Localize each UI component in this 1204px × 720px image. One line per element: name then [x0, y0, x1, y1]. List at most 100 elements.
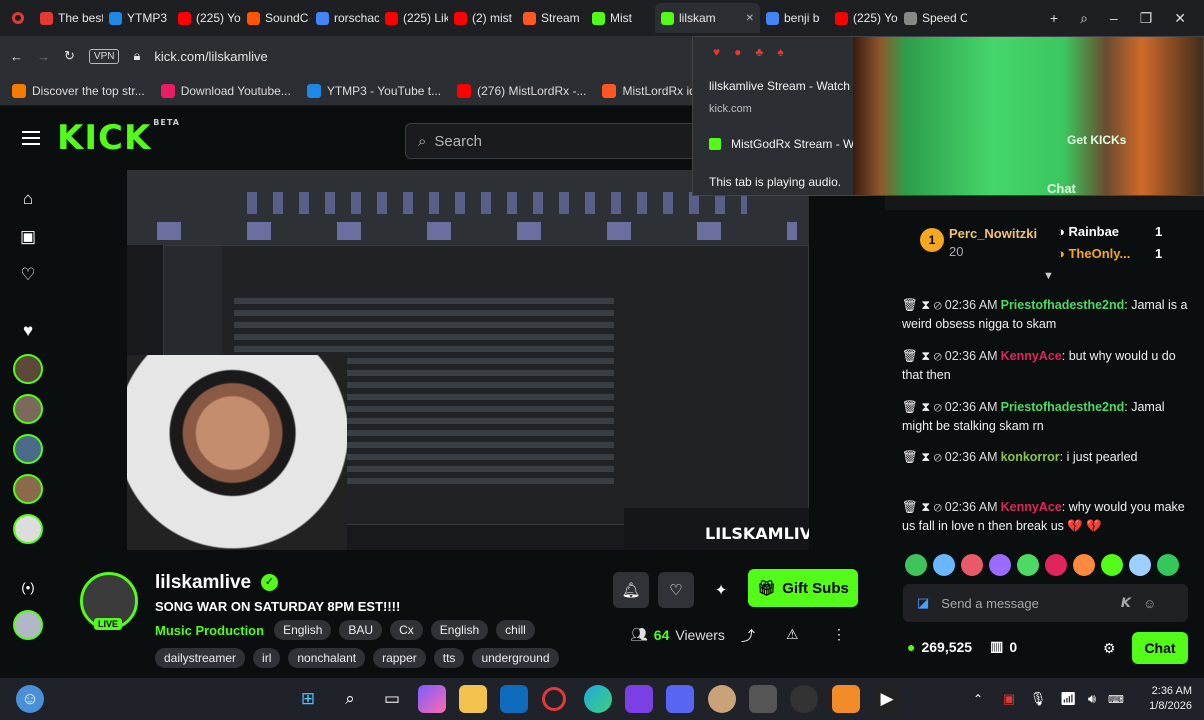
gifter-3[interactable]: ◑ TheOnly...: [1057, 246, 1130, 261]
browser-tab[interactable]: Speed C: [898, 3, 967, 33]
browser-tab[interactable]: SoundC: [241, 3, 310, 33]
emote-icon[interactable]: [1045, 554, 1067, 576]
browser-tab[interactable]: rorschac: [310, 3, 379, 33]
ban-icon[interactable]: ⊘: [934, 450, 942, 464]
tag-chip[interactable]: nonchalant: [288, 648, 366, 668]
emote-picker-icon[interactable]: ◪: [917, 595, 929, 611]
collapse-icon[interactable]: ▼: [1043, 270, 1054, 282]
gifter-2[interactable]: ◑ Rainbae: [1057, 224, 1119, 239]
gift-subs-button[interactable]: 🎁︎ Gift Subs: [748, 569, 858, 607]
chat-username[interactable]: KennyAce: [1001, 500, 1062, 514]
chat-settings-icon[interactable]: ⚙: [1103, 640, 1116, 657]
obs-icon[interactable]: [790, 685, 818, 713]
emote-icon[interactable]: [933, 554, 955, 576]
ban-icon[interactable]: ⊘: [934, 400, 942, 414]
send-chat-button[interactable]: Chat: [1132, 632, 1188, 664]
browser-tab[interactable]: benji b: [760, 3, 829, 33]
search-input[interactable]: ⌕ Search: [405, 123, 705, 159]
language-icon[interactable]: ⌨: [1102, 685, 1130, 713]
browse-icon[interactable]: ▣: [15, 224, 41, 250]
forward-icon[interactable]: →: [37, 49, 50, 64]
tag-chip[interactable]: English: [274, 620, 332, 640]
tag-chip[interactable]: irl: [253, 648, 281, 668]
timeout-icon[interactable]: ⧗: [921, 500, 930, 514]
bookmark-item[interactable]: Discover the top str...: [12, 83, 145, 98]
menu-icon[interactable]: [22, 131, 40, 145]
browser-tab[interactable]: YTMP3: [103, 3, 172, 33]
ban-icon[interactable]: ⊘: [934, 500, 942, 514]
delete-icon[interactable]: 🗑︎: [902, 298, 918, 312]
browser-tab[interactable]: (2) mist: [448, 3, 517, 33]
chat-username[interactable]: Priestofhadesthe2nd: [1001, 298, 1125, 312]
file-explorer-icon[interactable]: [459, 685, 487, 713]
task-view-icon[interactable]: ▭: [378, 685, 406, 713]
tag-chip[interactable]: tts: [433, 648, 465, 668]
start-icon[interactable]: ⊞: [294, 685, 322, 713]
new-tab-icon[interactable]: +: [1050, 10, 1058, 26]
bookmark-item[interactable]: Download Youtube...: [160, 83, 291, 98]
search-tabs-icon[interactable]: ⌕: [1080, 10, 1088, 27]
ban-icon[interactable]: ⊘: [934, 349, 942, 363]
back-icon[interactable]: ←: [10, 49, 23, 64]
smiley-icon[interactable]: ☺: [1143, 596, 1156, 611]
url-field[interactable]: kick.com/lilskamlive: [154, 49, 267, 64]
tag-chip[interactable]: dailystreamer: [155, 648, 246, 668]
opera-icon[interactable]: [542, 687, 566, 711]
channel-avatar[interactable]: [13, 394, 43, 424]
channel-avatar[interactable]: [13, 434, 43, 464]
minimize-icon[interactable]: –: [1110, 10, 1118, 26]
discord-icon[interactable]: [666, 685, 694, 713]
close-tab-icon[interactable]: ✕: [746, 13, 754, 24]
bookmark-item[interactable]: (276) MistLordRx -...: [457, 83, 586, 98]
browser-tab[interactable]: (225) Lik: [379, 3, 448, 33]
chat-input[interactable]: ◪ Send a message 𝙆 ☺: [903, 584, 1188, 622]
browser-tab[interactable]: (225) Yo: [172, 3, 241, 33]
browser-tab[interactable]: lilskam ✕: [655, 3, 760, 33]
media-player-icon[interactable]: ▶: [873, 685, 901, 713]
browser-tab[interactable]: Mist: [586, 3, 655, 33]
delete-icon[interactable]: 🗑︎: [902, 500, 918, 514]
kick-mention-icon[interactable]: 𝙆: [1121, 595, 1131, 611]
tag-chip[interactable]: rapper: [373, 648, 426, 668]
tray-app-icon[interactable]: ▣: [995, 685, 1023, 713]
emote-icon[interactable]: [1157, 554, 1179, 576]
channel-avatar[interactable]: [13, 514, 43, 544]
browser-tab[interactable]: Stream: [517, 3, 586, 33]
delete-icon[interactable]: 🗑︎: [902, 400, 918, 414]
follow-heart-button[interactable]: ♡: [658, 572, 694, 608]
microphone-icon[interactable]: 🎙︎: [1024, 685, 1052, 713]
tag-chip[interactable]: underground: [472, 648, 559, 668]
following-icon[interactable]: ♡: [15, 262, 41, 288]
user-avatar-icon[interactable]: ☺: [16, 685, 44, 713]
delete-icon[interactable]: 🗑︎: [902, 349, 918, 363]
tag-chip[interactable]: BAU: [339, 620, 383, 640]
timeout-icon[interactable]: ⧗: [921, 400, 930, 414]
opera-icon[interactable]: [12, 12, 24, 24]
outlook-icon[interactable]: [500, 685, 528, 713]
channel-avatar[interactable]: [13, 474, 43, 504]
bookmark-item[interactable]: YTMP3 - YouTube t...: [306, 83, 441, 98]
emote-icon[interactable]: [1129, 554, 1151, 576]
copilot-icon[interactable]: [418, 685, 446, 713]
tray-overflow-icon[interactable]: ⌃: [964, 685, 992, 713]
kick-logo[interactable]: KICK BETA: [57, 118, 180, 158]
share-icon[interactable]: ⤴: [741, 626, 755, 646]
timeout-icon[interactable]: ⧗: [921, 450, 930, 464]
system-clock[interactable]: 2:36 AM 1/8/2026: [1149, 684, 1192, 714]
vpn-badge[interactable]: VPN: [88, 48, 120, 64]
edge-icon[interactable]: [584, 685, 612, 713]
channel-name[interactable]: lilskamlive: [155, 572, 251, 594]
channel-points[interactable]: ● 269,525 ▥ 0: [907, 638, 1017, 655]
video-player[interactable]: LILSKAMLIVE: [127, 170, 809, 550]
category-link[interactable]: Music Production: [155, 623, 264, 638]
live-broadcast-icon[interactable]: (•): [15, 574, 41, 600]
sparkle-button[interactable]: ✦: [703, 572, 739, 608]
delete-icon[interactable]: 🗑︎: [902, 450, 918, 464]
channel-avatar[interactable]: [13, 354, 43, 384]
chat-username[interactable]: KennyAce: [1001, 349, 1062, 363]
tag-chip[interactable]: chill: [496, 620, 535, 640]
emote-icon[interactable]: [1073, 554, 1095, 576]
emote-icon[interactable]: [961, 554, 983, 576]
ban-icon[interactable]: ⊘: [934, 298, 942, 312]
tag-chip[interactable]: Cx: [390, 620, 423, 640]
